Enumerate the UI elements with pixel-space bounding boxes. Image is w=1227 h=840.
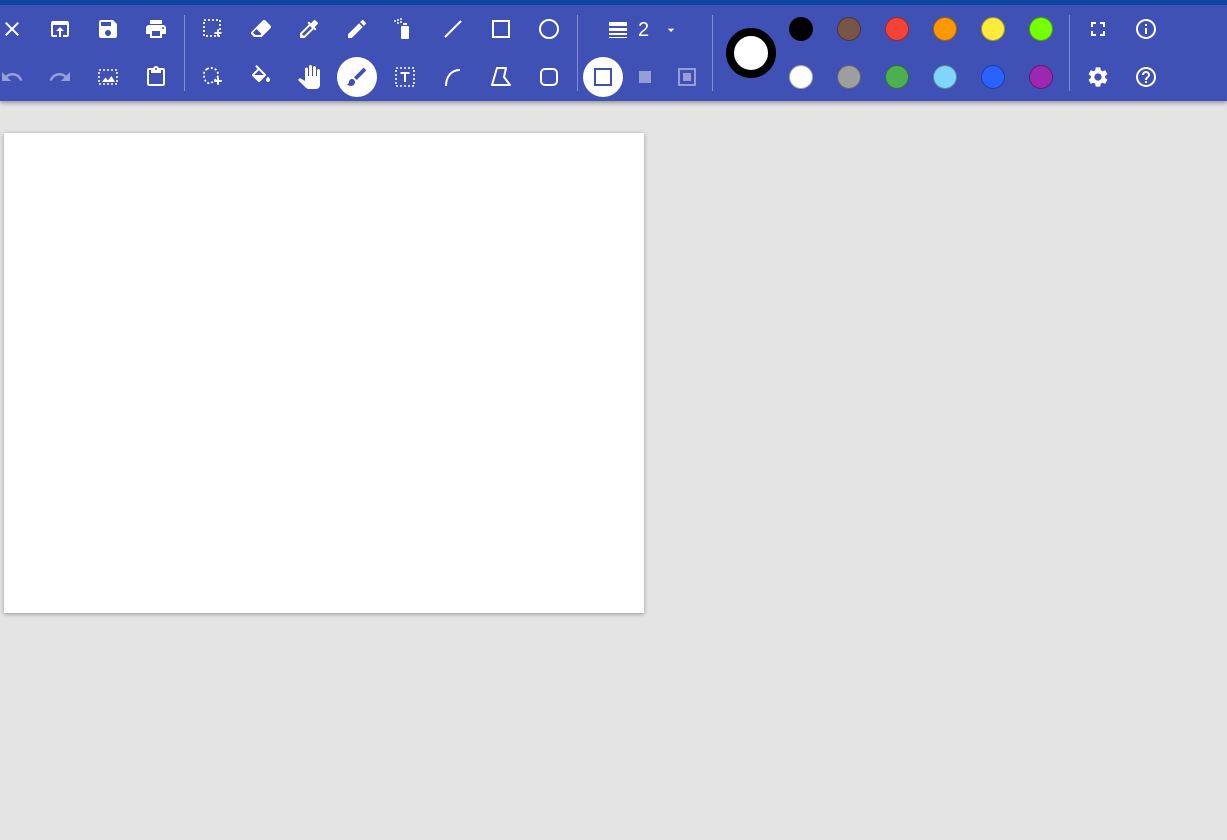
fullscreen-icon: [1091, 22, 1105, 36]
curve-tool[interactable]: [433, 57, 473, 97]
polygon-icon: [491, 67, 511, 86]
close-button[interactable]: [0, 9, 32, 49]
outline-and-fill-icon: [678, 68, 696, 86]
text-tool[interactable]: [385, 57, 425, 97]
line-weight-icon: [609, 22, 627, 38]
brush-icon: [347, 67, 367, 86]
print-icon: [146, 20, 166, 38]
outline-only-icon: [594, 68, 612, 86]
drawing-canvas[interactable]: [4, 133, 644, 613]
info-icon: [1136, 19, 1156, 39]
ellipse-icon: [539, 19, 559, 39]
separator: [184, 15, 185, 91]
fill-mode-outline-and-fill[interactable]: [667, 57, 707, 97]
redo-icon: [49, 72, 70, 81]
text-box-icon: [395, 67, 415, 87]
undo-icon: [2, 72, 23, 81]
pencil-tool[interactable]: [337, 9, 377, 49]
color-picker-tool[interactable]: [289, 9, 329, 49]
lasso-select-icon: [203, 67, 222, 85]
palette-swatch-white[interactable]: [789, 65, 813, 89]
separator: [712, 15, 713, 91]
line-width-value: 2: [638, 19, 650, 41]
current-color[interactable]: [726, 28, 776, 78]
save-icon: [99, 20, 117, 38]
spray-tool[interactable]: [385, 9, 425, 49]
separator: [577, 15, 578, 91]
line-width-selector[interactable]: 2: [600, 13, 692, 47]
rectangle-icon: [492, 20, 510, 38]
fill-mode-fill[interactable]: [625, 57, 665, 97]
rounded-rectangle-icon: [540, 68, 558, 86]
brush-tool[interactable]: [337, 57, 377, 97]
toolbar: 2: [0, 5, 1227, 101]
redo-button[interactable]: [40, 57, 80, 97]
pan-tool[interactable]: [289, 57, 329, 97]
ellipse-tool[interactable]: [529, 9, 569, 49]
settings-button[interactable]: [1078, 57, 1118, 97]
palette-swatch-purple[interactable]: [1029, 65, 1053, 89]
pencil-icon: [348, 19, 367, 38]
caret-down-icon: [667, 28, 675, 32]
separator: [1069, 15, 1070, 91]
paste-button[interactable]: [136, 57, 176, 97]
palette-swatch-black[interactable]: [789, 17, 813, 41]
palette-swatch-orange[interactable]: [933, 17, 957, 41]
fill-tool[interactable]: [241, 57, 281, 97]
line-tool[interactable]: [433, 9, 473, 49]
fill-only-icon: [639, 71, 651, 83]
palette-swatch-blue[interactable]: [981, 65, 1005, 89]
eraser-icon: [251, 20, 272, 37]
undo-button[interactable]: [0, 57, 32, 97]
polygon-tool[interactable]: [481, 57, 521, 97]
clipboard-icon: [147, 66, 165, 86]
help-icon: [1136, 67, 1156, 87]
lasso-select-tool[interactable]: [193, 57, 233, 97]
palette-swatch-brown[interactable]: [837, 17, 861, 41]
palette-swatch-yellow[interactable]: [981, 17, 1005, 41]
fill-mode-outline[interactable]: [583, 57, 623, 97]
eraser-tool[interactable]: [241, 9, 281, 49]
palette-swatch-red[interactable]: [885, 17, 909, 41]
palette-swatch-light-blue[interactable]: [933, 65, 957, 89]
gear-icon: [1088, 67, 1108, 87]
palette-swatch-grey[interactable]: [837, 65, 861, 89]
palette-swatch-lime[interactable]: [1029, 17, 1053, 41]
save-button[interactable]: [88, 9, 128, 49]
paint-bucket-icon: [251, 65, 270, 82]
rounded-rectangle-tool[interactable]: [529, 57, 569, 97]
rect-select-icon: [203, 19, 222, 37]
rectangle-tool[interactable]: [481, 9, 521, 49]
curve-icon: [445, 69, 461, 87]
spray-can-icon: [394, 18, 409, 39]
image-import-button[interactable]: [88, 57, 128, 97]
image-selection-icon: [98, 69, 118, 85]
fullscreen-button[interactable]: [1078, 9, 1118, 49]
eyedropper-icon: [300, 19, 319, 38]
open-in-browser-icon: [51, 21, 69, 37]
hand-icon: [298, 65, 320, 89]
close-icon: [5, 22, 19, 36]
info-button[interactable]: [1126, 9, 1166, 49]
print-button[interactable]: [136, 9, 176, 49]
help-button[interactable]: [1126, 57, 1166, 97]
open-button[interactable]: [40, 9, 80, 49]
line-icon: [444, 20, 462, 38]
palette-swatch-green[interactable]: [885, 65, 909, 89]
rect-select-tool[interactable]: [193, 9, 233, 49]
